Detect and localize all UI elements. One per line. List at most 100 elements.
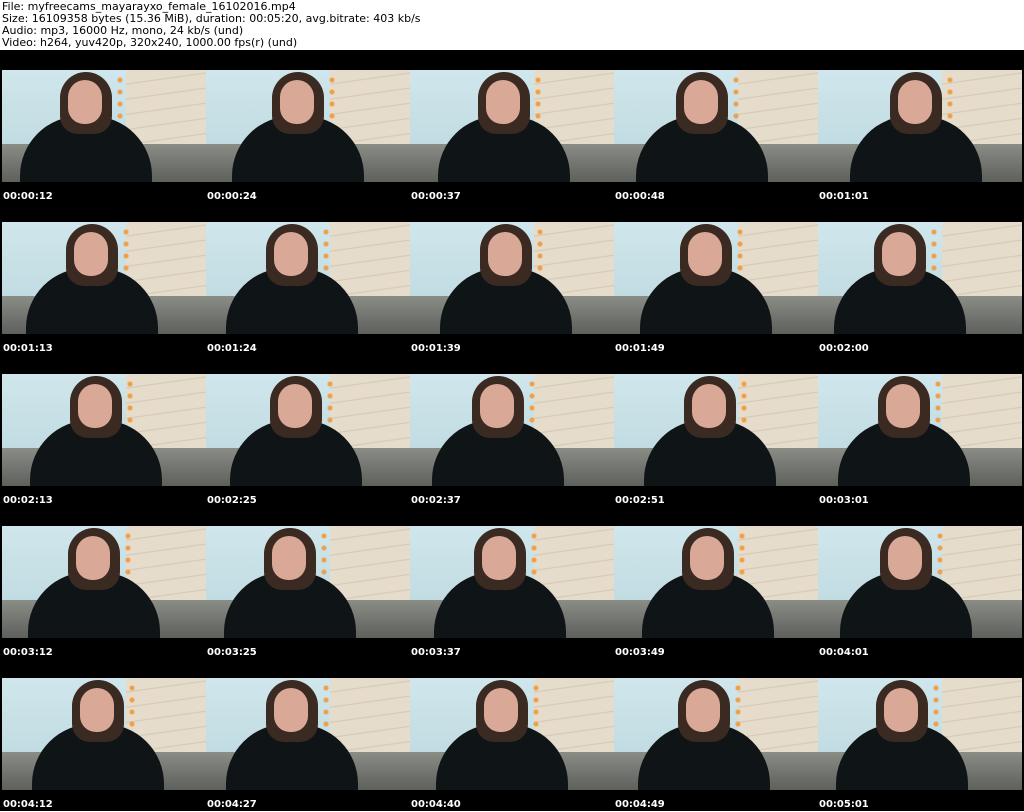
thumbnail-timestamp: 00:02:13 [3,495,53,506]
frame-face [278,384,312,428]
video-thumbnail [614,222,818,334]
video-thumbnail [410,70,614,182]
video-thumbnail [614,526,818,638]
thumbnail-timestamp: 00:01:13 [3,343,53,354]
thumbnail-timestamp: 00:02:00 [819,343,869,354]
frame-face [884,688,918,732]
frame-face [882,232,916,276]
frame-face [78,384,112,428]
thumbnail-sheet: 00:00:12 00:00:24 00:00:37 00:00:48 00:01:01… [0,50,1024,811]
frame-dots [730,74,742,124]
frame-face [74,232,108,276]
thumbnail-timestamp: 00:01:39 [411,343,461,354]
thumbnail-timestamp: 00:05:01 [819,799,869,810]
thumbnail-timestamp: 00:00:48 [615,191,665,202]
frame-dots [526,378,538,428]
frame-face [80,688,114,732]
thumbnail-timestamp: 00:04:01 [819,647,869,658]
frame-face [488,232,522,276]
thumbnail-timestamp: 00:03:25 [207,647,257,658]
video-thumbnail [410,222,614,334]
thumbnail-timestamp: 00:03:12 [3,647,53,658]
frame-dots [528,530,540,580]
video-thumbnail [206,374,410,486]
video-thumbnail [2,678,206,790]
thumbnail-timestamp: 00:04:27 [207,799,257,810]
frame-face [76,536,110,580]
thumbnail-timestamp: 00:04:40 [411,799,461,810]
video-thumbnail [410,374,614,486]
frame-dots [736,530,748,580]
frame-face [888,536,922,580]
frame-dots [126,682,138,732]
frame-dots [944,74,956,124]
frame-dots [326,74,338,124]
thumbnail-timestamp: 00:04:49 [615,799,665,810]
frame-face [688,232,722,276]
video-thumbnail [818,526,1022,638]
video-thumbnail [2,70,206,182]
frame-face [484,688,518,732]
video-thumbnail [2,222,206,334]
frame-dots [532,74,544,124]
video-thumbnail [818,678,1022,790]
frame-dots [534,226,546,276]
video-thumbnail [410,678,614,790]
frame-dots [738,378,750,428]
file-info-header: File: myfreecams_mayarayxo_female_161020… [0,0,1024,50]
frame-face [274,688,308,732]
frame-face [68,80,102,124]
frame-face [684,80,718,124]
frame-dots [324,378,336,428]
thumbnail-timestamp: 00:04:12 [3,799,53,810]
frame-face [480,384,514,428]
video-thumbnail [818,222,1022,334]
frame-face [686,688,720,732]
video-thumbnail [206,526,410,638]
frame-dots [318,530,330,580]
frame-face [272,536,306,580]
video-thumbnail [818,374,1022,486]
thumbnail-timestamp: 00:00:24 [207,191,257,202]
frame-dots [122,530,134,580]
frame-dots [530,682,542,732]
thumbnail-timestamp: 00:03:37 [411,647,461,658]
frame-dots [124,378,136,428]
video-thumbnail [614,678,818,790]
thumbnail-timestamp: 00:01:49 [615,343,665,354]
frame-face [486,80,520,124]
thumbnail-timestamp: 00:01:01 [819,191,869,202]
frame-dots [120,226,132,276]
video-thumbnail [206,222,410,334]
frame-face [280,80,314,124]
thumbnail-timestamp: 00:01:24 [207,343,257,354]
video-thumbnail [2,526,206,638]
video-thumbnail [410,526,614,638]
frame-face [482,536,516,580]
frame-face [898,80,932,124]
video-thumbnail [818,70,1022,182]
frame-face [274,232,308,276]
frame-face [690,536,724,580]
frame-dots [932,378,944,428]
frame-dots [930,682,942,732]
frame-dots [320,226,332,276]
thumbnail-timestamp: 00:03:49 [615,647,665,658]
video-thumbnail [206,678,410,790]
frame-dots [734,226,746,276]
frame-dots [320,682,332,732]
frame-face [886,384,920,428]
video-thumbnail [614,374,818,486]
frame-face [692,384,726,428]
thumbnail-timestamp: 00:02:37 [411,495,461,506]
frame-dots [732,682,744,732]
frame-dots [928,226,940,276]
thumbnail-timestamp: 00:02:25 [207,495,257,506]
video-line: Video: h264, yuv420p, 320x240, 1000.00 f… [2,36,298,49]
thumbnail-timestamp: 00:00:37 [411,191,461,202]
video-thumbnail [614,70,818,182]
thumbnail-timestamp: 00:00:12 [3,191,53,202]
video-thumbnail [206,70,410,182]
video-thumbnail [2,374,206,486]
frame-dots [114,74,126,124]
